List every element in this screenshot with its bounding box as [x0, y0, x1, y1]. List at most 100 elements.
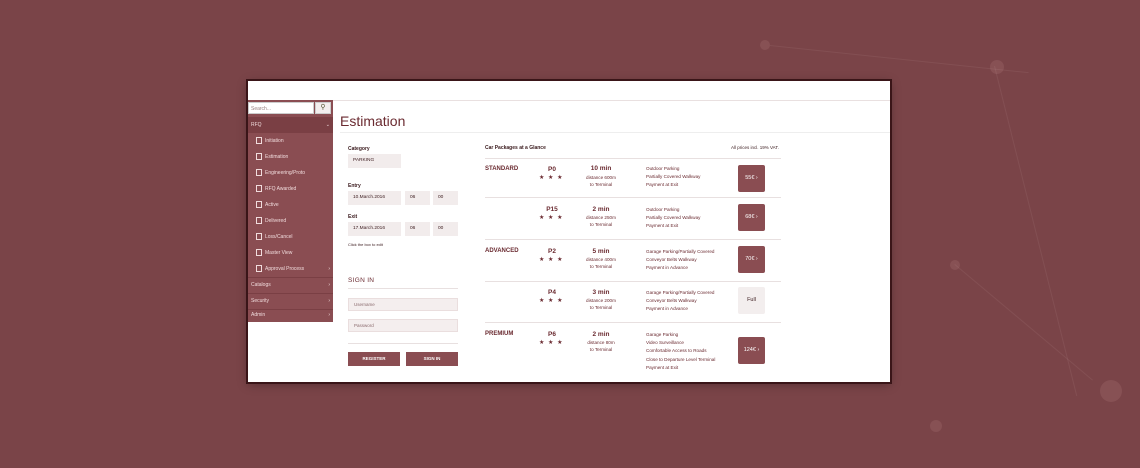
entry-minute-field[interactable]: 00 — [433, 191, 458, 205]
terminal-text: to Terminal — [589, 222, 613, 227]
feature-item: Payment in Advance — [646, 265, 688, 271]
feature-item: Payment at Exit — [646, 182, 679, 188]
sidebar-item-label: Estimation — [265, 154, 289, 160]
sidebar-item-rfq-awarded[interactable]: RFQ Awarded — [248, 181, 333, 197]
app-window: Search... ⚲ RFQ ⌄ Initiation Estimation … — [248, 81, 890, 382]
price-button[interactable]: 68€ › — [738, 204, 765, 231]
vat-note: All prices incl. 19% VAT. — [731, 145, 779, 150]
row-divider — [485, 281, 781, 282]
document-icon — [256, 169, 262, 177]
document-icon — [256, 201, 262, 209]
tier-label: STANDARD — [485, 166, 519, 172]
terminal-text: to Terminal — [589, 182, 613, 187]
feature-item: Partially Covered Walkway — [646, 174, 701, 180]
document-icon — [256, 249, 262, 257]
search-button[interactable]: ⚲ — [315, 102, 331, 114]
row-divider — [485, 197, 781, 198]
sidebar-item-loss-cancel[interactable]: Loss/Cancel — [248, 229, 333, 245]
document-icon — [256, 217, 262, 225]
feature-list: Outdoor Parking Partially Covered Walkwa… — [646, 165, 700, 190]
row-divider — [485, 158, 781, 159]
chevron-right-icon: › — [328, 266, 330, 272]
document-icon — [256, 185, 262, 193]
feature-item: Conveyor Belts Walkway — [646, 257, 697, 263]
tier-label: PREMIUM — [485, 331, 514, 337]
feature-list: Outdoor Parking Partially Covered Walkwa… — [646, 206, 700, 231]
feature-list: Garage Parking Video Surveillance Comfor… — [646, 331, 715, 372]
price-button[interactable]: 124€ › — [738, 337, 765, 364]
document-icon — [256, 265, 262, 273]
sidebar-item-label: Security — [251, 298, 270, 304]
sidebar-item-admin[interactable]: Admin › — [248, 307, 333, 323]
register-button[interactable]: REGISTER — [348, 352, 400, 366]
sidebar-item-label: Approval Process — [265, 266, 305, 272]
walk-minutes: 2 min — [592, 331, 610, 338]
feature-item: Garage Parking — [646, 332, 679, 337]
username-input[interactable]: Username — [348, 298, 458, 311]
price-button-full: Full — [738, 287, 765, 314]
entry-hour-field[interactable]: 06 — [405, 191, 430, 205]
feature-item: Garage Parking/Partially Covered — [646, 249, 715, 254]
walk-minutes: 2 min — [592, 206, 610, 213]
background-line — [994, 66, 1078, 397]
sidebar-item-active[interactable]: Active — [248, 197, 333, 213]
page-title: Estimation — [340, 113, 406, 129]
feature-item: Outdoor Parking — [646, 166, 680, 171]
star-rating: ★ ★ ★ — [539, 257, 564, 263]
sidebar-item-label: Loss/Cancel — [265, 234, 293, 240]
exit-minute-field[interactable]: 00 — [433, 222, 458, 236]
feature-item: Video Surveillance — [646, 340, 684, 346]
exit-label: Exit — [348, 214, 358, 220]
background-dot — [760, 40, 770, 50]
category-field[interactable]: PARKING — [348, 154, 401, 168]
search-icon: ⚲ — [320, 104, 326, 111]
sidebar-item-rfq[interactable]: RFQ ⌄ — [248, 117, 333, 133]
exit-hour-field[interactable]: 06 — [405, 222, 430, 236]
star-rating: ★ ★ ★ — [539, 215, 564, 221]
star-rating: ★ ★ ★ — [539, 298, 564, 304]
feature-item: Conveyor Belts Walkway — [646, 298, 697, 304]
row-divider — [485, 239, 781, 240]
sidebar-item-approval-process[interactable]: Approval Process › — [248, 261, 333, 277]
feature-item: Partially Covered Walkway — [646, 215, 701, 221]
terminal-text: to Terminal — [589, 264, 613, 269]
price-button[interactable]: 55€ › — [738, 165, 765, 192]
sidebar-item-delivered[interactable]: Delivered — [248, 213, 333, 229]
sidebar-item-label: Admin — [251, 312, 266, 318]
password-input[interactable]: Password — [348, 319, 458, 332]
packages-title: Car Packages at a Glance — [485, 145, 546, 151]
entry-label: Entry — [348, 183, 361, 189]
package-code: P15 — [546, 206, 558, 213]
sidebar-item-initiation[interactable]: Initiation — [248, 133, 333, 149]
row-divider — [485, 322, 781, 323]
background-dot — [990, 60, 1004, 74]
edit-hint: Click the box to edit — [348, 242, 383, 247]
background-dot — [1100, 380, 1122, 402]
sidebar-item-label: Engineering/Proto — [265, 170, 306, 176]
walk-minutes: 5 min — [592, 248, 610, 255]
document-icon — [256, 137, 262, 145]
sidebar-item-catalogs[interactable]: Catalogs › — [248, 277, 333, 293]
feature-list: Garage Parking/Partially Covered Conveyo… — [646, 289, 714, 314]
search-input[interactable]: Search... — [248, 102, 314, 114]
tier-label: ADVANCED — [485, 248, 519, 254]
signin-button[interactable]: SIGN IN — [406, 352, 458, 366]
walk-minutes: 3 min — [592, 289, 610, 296]
feature-item: Outdoor Parking — [646, 207, 680, 212]
divider — [348, 343, 458, 344]
search-row: Search... ⚲ — [248, 102, 333, 116]
sidebar-item-engineering[interactable]: Engineering/Proto — [248, 165, 333, 181]
sidebar-item-label: RFQ — [251, 122, 262, 128]
document-icon — [256, 233, 262, 241]
chevron-right-icon: › — [328, 282, 330, 288]
sidebar-item-label: Catalogs — [251, 282, 271, 288]
background-line — [769, 45, 1029, 74]
category-label: Category — [348, 146, 370, 152]
terminal-text: to Terminal — [589, 347, 613, 352]
price-button[interactable]: 70€ › — [738, 246, 765, 273]
sidebar-item-estimation[interactable]: Estimation — [248, 149, 333, 165]
sidebar-item-master-view[interactable]: Master View — [248, 245, 333, 261]
exit-date-field[interactable]: 17.March.2016 — [348, 222, 401, 236]
entry-date-field[interactable]: 10.March.2016 — [348, 191, 401, 205]
feature-item: Garage Parking/Partially Covered — [646, 290, 715, 295]
